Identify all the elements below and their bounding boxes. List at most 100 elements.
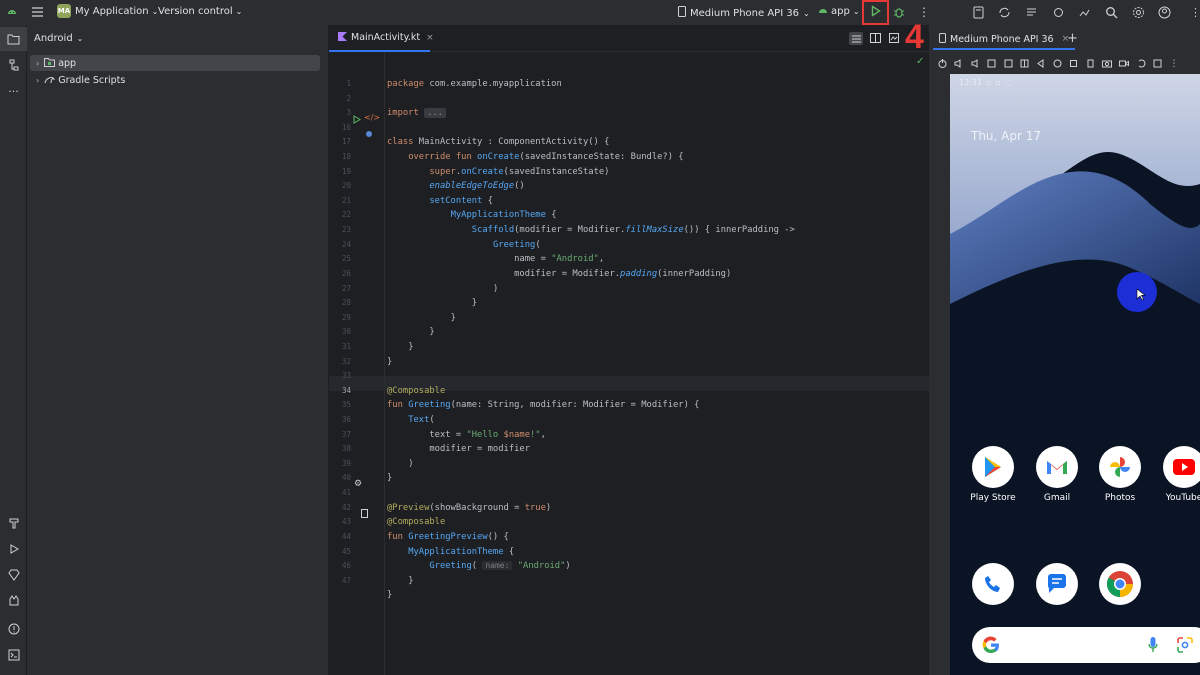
version-control-menu[interactable]: Version control ⌄ bbox=[158, 6, 242, 17]
code-line[interactable]: } bbox=[387, 574, 795, 589]
project-folder-icon[interactable] bbox=[0, 27, 27, 51]
device-tab[interactable]: Medium Phone API 36 × bbox=[933, 30, 1076, 50]
code-line[interactable]: } bbox=[387, 296, 795, 311]
structure-icon[interactable] bbox=[0, 53, 27, 77]
search-icon[interactable] bbox=[1105, 6, 1118, 19]
compose-gutter-icon[interactable]: </> bbox=[364, 113, 380, 122]
code-line[interactable]: text = "Hello $name!", bbox=[387, 428, 795, 443]
close-icon[interactable]: × bbox=[426, 33, 434, 43]
rotate-left-icon[interactable] bbox=[987, 58, 996, 71]
tab-mainactivity[interactable]: MainActivity.kt × bbox=[329, 25, 434, 52]
code-line[interactable] bbox=[387, 121, 795, 136]
settings-gear-icon[interactable] bbox=[1132, 6, 1145, 19]
code-line[interactable]: MyApplicationTheme { bbox=[387, 545, 795, 560]
app-messages[interactable] bbox=[1033, 563, 1081, 605]
code-line[interactable]: import ... bbox=[387, 106, 795, 121]
home-icon[interactable] bbox=[1053, 58, 1062, 71]
emulator-screen[interactable]: 13:31 ▫ ▫ ◌ Thu, Apr 17 Play Store Gmail… bbox=[950, 74, 1200, 675]
design-view-icon[interactable] bbox=[889, 33, 899, 43]
code-line[interactable]: Scaffold(modifier = Modifier.fillMaxSize… bbox=[387, 223, 795, 238]
code-line[interactable]: } bbox=[387, 311, 795, 326]
code-line[interactable]: @Composable bbox=[387, 515, 795, 530]
code-line[interactable]: Text( bbox=[387, 413, 795, 428]
code-line[interactable]: super.onCreate(savedInstanceState) bbox=[387, 165, 795, 180]
overview-icon[interactable] bbox=[1069, 58, 1078, 71]
code-line[interactable]: } bbox=[387, 340, 795, 355]
microphone-icon[interactable] bbox=[1148, 637, 1158, 656]
preview-gutter-icon[interactable] bbox=[361, 508, 369, 521]
volume-up-icon[interactable] bbox=[954, 58, 963, 71]
code-line[interactable]: override fun onCreate(savedInstanceState… bbox=[387, 150, 795, 165]
app-quality-icon[interactable] bbox=[0, 563, 27, 587]
code-view-icon[interactable] bbox=[849, 32, 863, 45]
sync-icon[interactable] bbox=[998, 6, 1011, 19]
run-tool-icon[interactable] bbox=[0, 537, 27, 561]
app-phone[interactable] bbox=[969, 563, 1017, 605]
app-play-store[interactable]: Play Store bbox=[969, 446, 1017, 503]
more-tools-icon[interactable]: ··· bbox=[0, 79, 27, 103]
screen-rotate-icon[interactable] bbox=[1086, 58, 1095, 71]
code-line[interactable]: } bbox=[387, 355, 795, 370]
account-icon[interactable] bbox=[1158, 6, 1171, 19]
terminal-icon[interactable] bbox=[0, 643, 27, 667]
google-search-bar[interactable] bbox=[972, 627, 1200, 663]
snapshot-icon[interactable] bbox=[1137, 58, 1146, 71]
tree-item-app[interactable]: › app bbox=[30, 55, 320, 71]
code-line[interactable] bbox=[387, 92, 795, 107]
code-line[interactable]: } bbox=[387, 588, 795, 603]
app-photos[interactable]: Photos bbox=[1096, 446, 1144, 503]
device-manager-icon[interactable] bbox=[972, 6, 985, 19]
project-selector[interactable]: MA My Application ⌄ bbox=[57, 4, 158, 18]
code-line[interactable]: setContent { bbox=[387, 194, 795, 209]
volume-down-icon[interactable] bbox=[971, 58, 980, 71]
code-line[interactable]: ) bbox=[387, 282, 795, 297]
record-screen-icon[interactable] bbox=[1119, 58, 1130, 71]
project-view-selector[interactable]: Android ⌄ bbox=[34, 33, 83, 44]
code-line[interactable]: } bbox=[387, 471, 795, 486]
code-line[interactable]: @Preview(showBackground = true) bbox=[387, 501, 795, 516]
app-gmail[interactable]: Gmail bbox=[1033, 446, 1081, 503]
app-chrome[interactable] bbox=[1096, 563, 1144, 605]
code-line[interactable]: @Composable bbox=[387, 384, 795, 399]
sdk-manager-icon[interactable] bbox=[1025, 6, 1038, 19]
run-button[interactable] bbox=[862, 0, 889, 25]
run-gutter-icon[interactable] bbox=[353, 114, 361, 127]
code-line[interactable] bbox=[387, 486, 795, 501]
debug-icon[interactable] bbox=[893, 6, 905, 18]
code-line[interactable]: fun GreetingPreview() { bbox=[387, 530, 795, 545]
add-device-icon[interactable]: + bbox=[1067, 31, 1078, 46]
rotate-right-icon[interactable] bbox=[1004, 58, 1013, 71]
code-line[interactable]: name = "Android", bbox=[387, 252, 795, 267]
override-gutter-icon[interactable] bbox=[365, 128, 373, 141]
problems-icon[interactable] bbox=[0, 617, 27, 641]
extended-controls-icon[interactable] bbox=[1153, 58, 1162, 71]
code-line[interactable]: } bbox=[387, 325, 795, 340]
code-line[interactable]: class MainActivity : ComponentActivity()… bbox=[387, 135, 795, 150]
profile-app-icon[interactable] bbox=[1078, 6, 1091, 19]
code-line[interactable]: Greeting( bbox=[387, 238, 795, 253]
power-icon[interactable] bbox=[938, 58, 947, 71]
code-line[interactable]: modifier = modifier bbox=[387, 442, 795, 457]
back-icon[interactable] bbox=[1036, 58, 1045, 71]
code-line[interactable]: MyApplicationTheme { bbox=[387, 208, 795, 223]
run-config-selector[interactable]: app ⌄ bbox=[818, 6, 860, 17]
code-line[interactable]: enableEdgeToEdge() bbox=[387, 179, 795, 194]
code-line[interactable]: modifier = Modifier.padding(innerPadding… bbox=[387, 267, 795, 282]
code-line[interactable]: package com.example.myapplication bbox=[387, 77, 795, 92]
screenshot-icon[interactable] bbox=[1101, 58, 1112, 71]
plugins-icon[interactable] bbox=[1052, 6, 1065, 19]
code-line[interactable] bbox=[387, 369, 795, 384]
preview-settings-icon[interactable]: ⚙ bbox=[354, 479, 362, 489]
code-line[interactable]: fun Greeting(name: String, modifier: Mod… bbox=[387, 398, 795, 413]
code-line[interactable]: ) bbox=[387, 457, 795, 472]
device-selector[interactable]: Medium Phone API 36 ⌄ bbox=[678, 6, 810, 20]
app-youtube[interactable]: YouTube bbox=[1160, 446, 1200, 503]
more-icon[interactable]: ⋮ bbox=[918, 6, 930, 18]
google-lens-icon[interactable] bbox=[1177, 637, 1193, 656]
logcat-icon[interactable] bbox=[0, 589, 27, 613]
overflow-icon[interactable]: ⋮ bbox=[1190, 6, 1200, 19]
tree-item-gradle-scripts[interactable]: › Gradle Scripts bbox=[30, 72, 320, 88]
split-view-icon[interactable] bbox=[870, 33, 881, 43]
build-hammer-icon[interactable] bbox=[0, 511, 27, 535]
main-menu-icon[interactable] bbox=[31, 6, 44, 18]
